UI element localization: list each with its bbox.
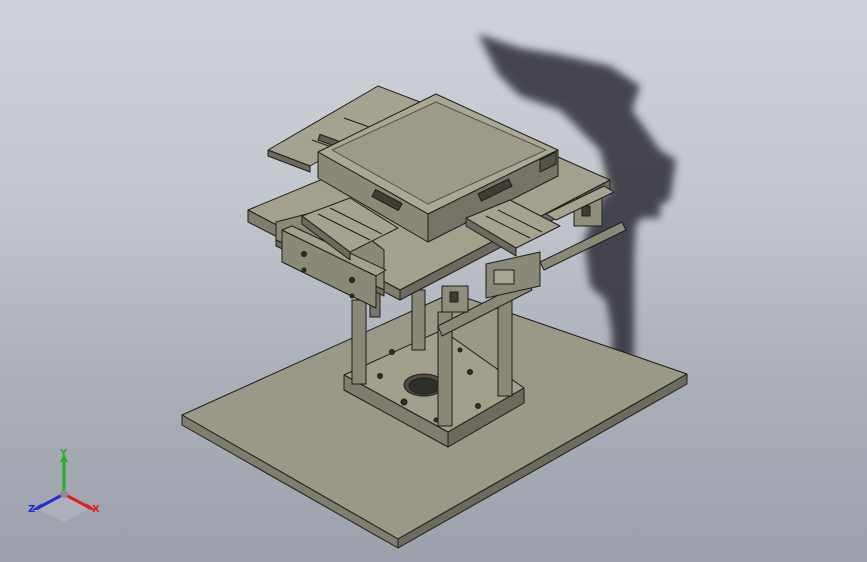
- triad-x-label: X: [92, 504, 100, 515]
- triad-y-label: Y: [60, 448, 68, 459]
- axis-triad: Y X Z: [24, 448, 104, 524]
- graphics-viewport[interactable]: Y X Z: [0, 0, 867, 562]
- model-view[interactable]: [0, 0, 867, 562]
- triad-z-label: Z: [28, 504, 36, 515]
